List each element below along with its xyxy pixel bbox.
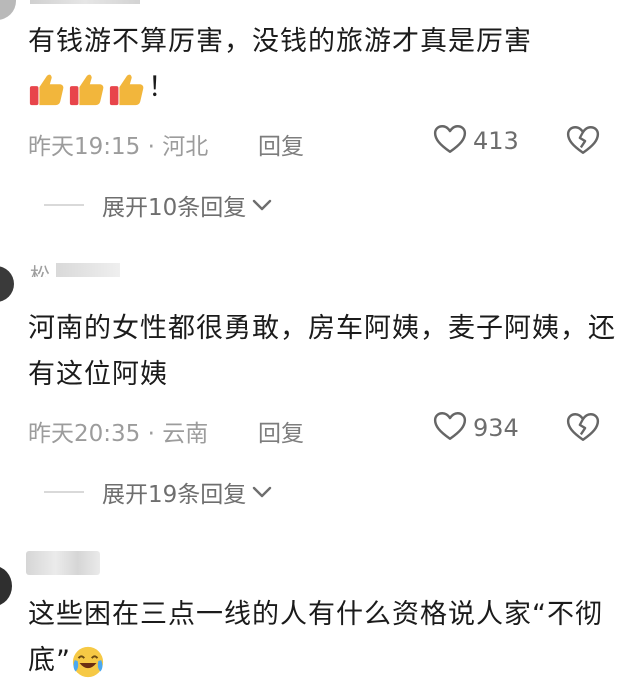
like-count: 413	[473, 127, 519, 155]
comment-location: 河北	[162, 134, 209, 160]
thumbs-up-icon	[108, 70, 146, 108]
heart-icon	[433, 410, 467, 446]
username-blurred[interactable]	[26, 551, 100, 575]
expand-replies-label: 展开10条回复	[102, 195, 247, 221]
avatar[interactable]	[0, 566, 12, 606]
comment-text: 这些困在三点一线的人有什么资格说人家“不彻底”	[28, 592, 618, 684]
broken-heart-icon[interactable]	[566, 411, 600, 447]
divider	[44, 204, 84, 206]
comment-text: 河南的女性都很勇敢，房车阿姨，麦子阿姨，还有这位阿姨	[28, 313, 616, 390]
reply-button[interactable]: 回复	[258, 414, 304, 448]
username-blurred	[56, 263, 121, 277]
divider	[44, 491, 84, 493]
chevron-down-icon	[252, 483, 272, 502]
heart-icon	[433, 123, 467, 159]
chevron-down-icon	[252, 196, 272, 215]
like-count: 934	[473, 414, 519, 442]
broken-heart-icon[interactable]	[566, 124, 600, 160]
reply-button[interactable]: 回复	[258, 127, 304, 161]
like-button[interactable]: 934	[433, 410, 519, 446]
comment-location: 云南	[162, 421, 209, 447]
comment-meta: 昨天19:15 · 河北	[28, 127, 208, 161]
meta-separator: ·	[140, 134, 163, 160]
username[interactable]: 松	[30, 263, 121, 277]
username-blurred[interactable]	[30, 0, 140, 4]
expand-replies-button[interactable]: 展开10条回复	[44, 188, 272, 222]
thumbs-up-icon	[68, 70, 106, 108]
thumbs-up-icon	[28, 70, 66, 108]
comment-time: 昨天20:35	[28, 421, 141, 447]
comment-time: 昨天19:15	[28, 134, 141, 160]
comment-text: 有钱游不算厉害，没钱的旅游才真是厉害 ！	[28, 19, 618, 111]
crying-laughing-icon	[71, 645, 105, 679]
avatar[interactable]	[0, 0, 16, 20]
comment-meta: 昨天20:35 · 云南	[28, 414, 208, 448]
expand-replies-label: 展开19条回复	[102, 482, 247, 508]
meta-separator: ·	[140, 421, 163, 447]
expand-replies-button[interactable]: 展开19条回复	[44, 475, 272, 509]
avatar[interactable]	[0, 266, 14, 302]
like-button[interactable]: 413	[433, 123, 519, 159]
